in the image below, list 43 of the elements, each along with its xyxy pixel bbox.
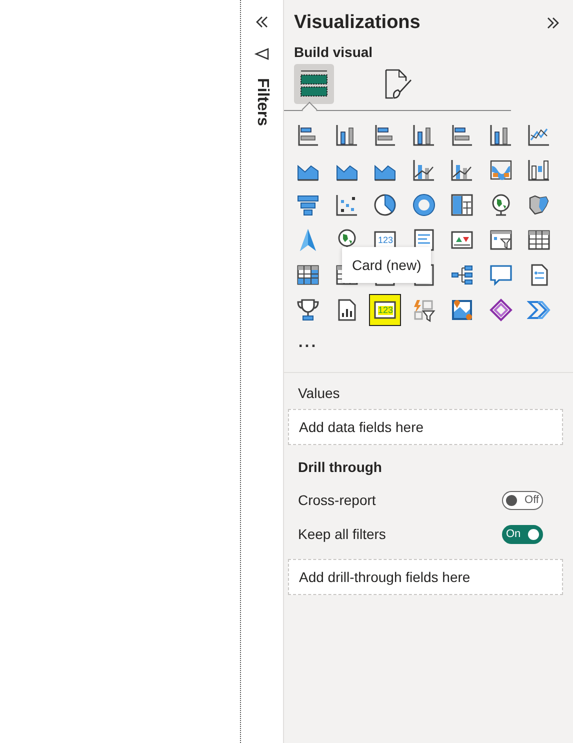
diamond-icon xyxy=(488,298,512,322)
column-chart-icon xyxy=(334,123,358,147)
line-chart-icon xyxy=(527,123,551,147)
column-chart-icon xyxy=(412,123,436,147)
filter-icon xyxy=(254,46,270,62)
bar-chart-icon xyxy=(296,123,320,147)
pane-title: Visualizations xyxy=(294,12,420,34)
funnel-icon xyxy=(296,193,320,217)
filters-label: Filters xyxy=(253,78,271,126)
column-chart-icon xyxy=(488,123,512,147)
bar-chart-icon xyxy=(450,123,474,147)
drill-through-label: Drill through xyxy=(297,459,383,477)
ribbon-chart-icon xyxy=(488,158,512,182)
tree-icon xyxy=(450,263,474,287)
values-label: Values xyxy=(297,385,341,403)
matrix-icon xyxy=(296,263,320,287)
collapse-icon[interactable] xyxy=(254,14,270,30)
filter-card-icon xyxy=(412,298,436,322)
table-icon xyxy=(527,228,551,252)
fields-tab[interactable] xyxy=(294,64,334,104)
chevron-icon xyxy=(527,298,551,322)
more-visuals-button[interactable]: ... xyxy=(292,329,324,364)
trophy-icon xyxy=(296,298,320,322)
map-icon xyxy=(527,193,551,217)
scatter-chart-icon xyxy=(334,193,358,217)
treemap-icon xyxy=(450,193,474,217)
combo-chart-icon xyxy=(450,158,474,182)
pie-chart-icon xyxy=(373,193,397,217)
values-drop-field[interactable]: Add data fields here xyxy=(288,409,563,445)
build-visual-label: Build visual xyxy=(293,43,374,62)
toggle-label: Cross-report xyxy=(298,492,376,508)
donut-chart-icon xyxy=(412,193,436,217)
expand-icon[interactable] xyxy=(545,15,561,31)
toggle-switch[interactable]: Off xyxy=(502,490,543,510)
drill-through-drop-field[interactable]: Add drill-through fields here xyxy=(288,559,563,595)
toggle-switch[interactable]: On xyxy=(502,524,543,544)
combo-chart-icon xyxy=(412,158,436,182)
toggle-label: Keep all filters xyxy=(298,526,386,542)
map-icon xyxy=(450,298,474,322)
bar-chart-icon xyxy=(373,123,397,147)
slicer-icon xyxy=(488,228,512,252)
chat-icon xyxy=(488,263,512,287)
waterfall-chart-icon xyxy=(527,158,551,182)
